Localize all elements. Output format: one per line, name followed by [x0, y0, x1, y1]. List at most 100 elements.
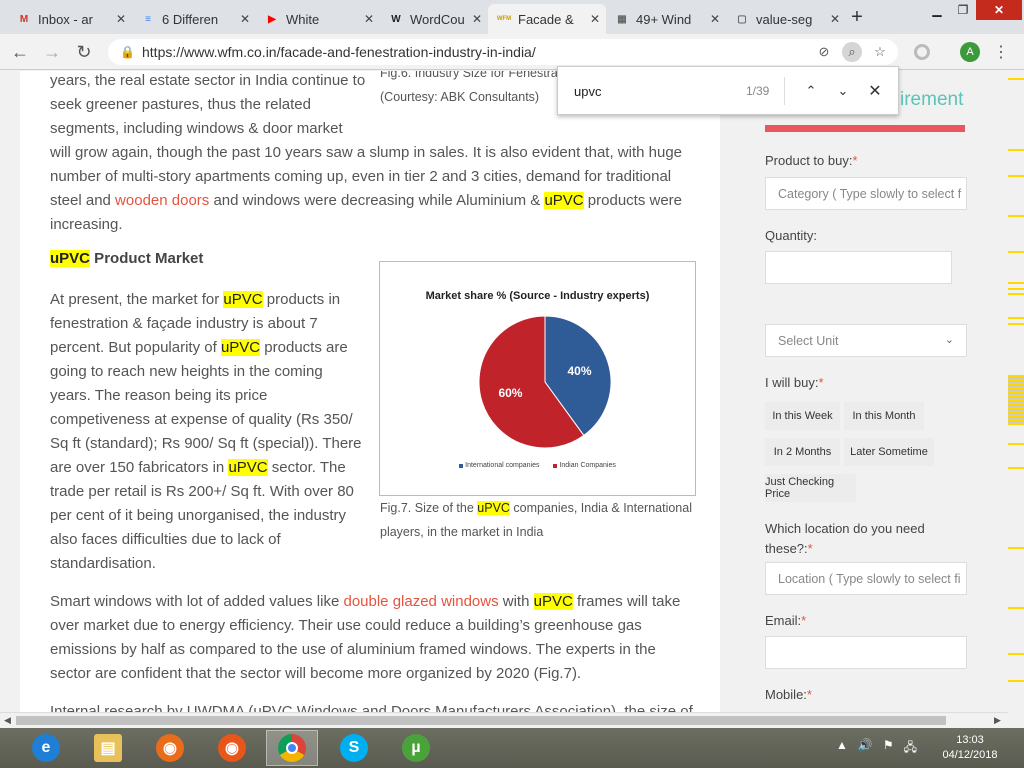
find-mark	[1008, 607, 1024, 609]
find-mark	[1008, 78, 1024, 80]
firefox-icon[interactable]: ◉	[206, 730, 258, 766]
tab[interactable]: W WordCou ✕	[380, 4, 488, 34]
text-line: Smart windows with lot of added values l…	[50, 590, 680, 614]
text-line: trade per retail is Rs 200+/ Sq ft. With…	[50, 483, 354, 500]
horizontal-scrollbar[interactable]: ◀ ▶	[0, 712, 1008, 728]
wooden-doors-link[interactable]: wooden doors	[115, 192, 209, 209]
tab-title: value-seg	[756, 11, 813, 27]
find-mark	[1008, 215, 1024, 217]
gmail-icon: M	[19, 13, 29, 25]
text-line: At present, the market for uPVC products…	[50, 288, 340, 312]
label-text: Which location do you need these?:	[765, 521, 925, 556]
choice-later-sometime[interactable]: Later Sometime	[844, 438, 934, 466]
text: frames will take	[572, 593, 681, 610]
show-hidden-icons-icon[interactable]: ▲	[836, 738, 848, 759]
choice-this-month[interactable]: In this Month	[844, 402, 924, 430]
close-window-button[interactable]: ✕	[976, 0, 1022, 20]
extension-icon[interactable]	[914, 44, 930, 60]
find-mark	[1008, 175, 1024, 177]
required-mark: *	[818, 375, 824, 390]
text: Fig.7. Size of the	[380, 501, 478, 515]
location-input[interactable]: Location ( Type slowly to select fi	[765, 562, 967, 595]
back-icon[interactable]: ←	[8, 40, 32, 64]
find-previous-icon[interactable]: ⌃	[800, 80, 822, 102]
scrollbar-thumb[interactable]	[1008, 375, 1024, 425]
browser-toolbar: ← → ↻ 🔒 https://www.wfm.co.in/facade-and…	[0, 34, 1024, 70]
firefox-icon[interactable]: ◉	[144, 730, 196, 766]
legend-label: Indian Companies	[559, 462, 616, 469]
chrome-glyph	[278, 734, 306, 762]
menu-icon[interactable]: ⋮	[993, 42, 1009, 62]
tab-close-icon[interactable]: ✕	[240, 12, 250, 26]
tab[interactable]: ▶ White ✕	[256, 4, 380, 34]
utorrent-icon[interactable]: µ	[390, 730, 442, 766]
choice-2-months[interactable]: In 2 Months	[765, 438, 840, 466]
choice-this-week[interactable]: In this Week	[765, 402, 840, 430]
form-heading: irement	[900, 89, 964, 110]
forward-icon[interactable]: →	[40, 40, 64, 64]
scroll-left-icon[interactable]: ◀	[4, 715, 11, 726]
text-line: seek greener pastures, thus the related	[50, 96, 311, 113]
profile-avatar[interactable]: A	[960, 42, 980, 62]
tab[interactable]: ▦ 49+ Wind ✕	[606, 4, 726, 34]
maximize-button[interactable]: ❐	[950, 0, 976, 20]
chrome-icon[interactable]	[266, 730, 318, 766]
text-line: segments, including windows & door marke…	[50, 120, 343, 137]
email-input[interactable]	[765, 636, 967, 669]
tab[interactable]: ▢ value-seg ✕	[726, 4, 846, 34]
label-text: Mobile:	[765, 687, 807, 702]
vertical-scrollbar[interactable]	[1008, 71, 1024, 712]
text-line: also faces difficulties due to lack of	[50, 531, 281, 548]
wordcounter-icon: W	[391, 13, 401, 25]
internet-explorer-icon[interactable]: e	[20, 730, 72, 766]
tab-title: 6 Differen	[162, 11, 219, 27]
quantity-input[interactable]	[765, 251, 952, 284]
section-heading: uPVC Product Market	[50, 250, 203, 267]
blocked-popup-icon[interactable]: ⊘	[814, 42, 834, 62]
figure-caption: Fig.7. Size of the uPVC companies, India…	[380, 496, 692, 520]
choice-just-checking[interactable]: Just Checking Price	[765, 474, 856, 502]
network-icon[interactable]: 🖧	[904, 738, 917, 759]
find-mark	[1008, 323, 1024, 325]
unit-select[interactable]: Select Unit ⌄	[765, 324, 967, 357]
skype-glyph: S	[340, 734, 368, 762]
find-close-icon[interactable]: ✕	[864, 80, 886, 102]
skype-icon[interactable]: S	[328, 730, 380, 766]
lock-icon: 🔒	[120, 45, 135, 59]
tab[interactable]: WFM Facade & ✕	[488, 4, 606, 34]
url-text: https://www.wfm.co.in/facade-and-fenestr…	[142, 44, 536, 60]
scroll-right-icon[interactable]: ▶	[994, 715, 1001, 726]
volume-icon[interactable]: 🔊	[858, 738, 873, 759]
search-highlight: uPVC	[533, 593, 573, 610]
find-next-icon[interactable]: ⌄	[832, 80, 854, 102]
tab-close-icon[interactable]: ✕	[830, 12, 840, 26]
text-line: years, the real estate sector in India c…	[50, 72, 366, 89]
new-tab-button[interactable]: +	[846, 6, 868, 28]
bookmark-star-icon[interactable]: ☆	[870, 42, 890, 62]
tab[interactable]: M Inbox - ar ✕	[8, 4, 132, 34]
find-zoom-icon[interactable]: ⌕	[842, 42, 862, 62]
tab-title: White	[286, 11, 320, 27]
action-center-flag-icon[interactable]: ⚑	[883, 738, 894, 759]
tab-close-icon[interactable]: ✕	[710, 12, 720, 26]
minimize-button[interactable]: ▁	[924, 0, 950, 20]
email-label: Email:*	[765, 613, 806, 628]
tab-title: Inbox - ar	[38, 11, 93, 27]
product-category-input[interactable]: Category ( Type slowly to select f	[765, 177, 967, 210]
tab-close-icon[interactable]: ✕	[590, 12, 600, 26]
tab-close-icon[interactable]: ✕	[116, 12, 126, 26]
tab[interactable]: ≡ 6 Differen ✕	[132, 4, 256, 34]
tab-close-icon[interactable]: ✕	[364, 12, 374, 26]
double-glazed-windows-link[interactable]: double glazed windows	[343, 593, 498, 610]
clock-time: 13:03	[956, 734, 984, 746]
find-input[interactable]: upvc	[574, 84, 601, 99]
tab-close-icon[interactable]: ✕	[472, 12, 482, 26]
address-bar[interactable]: 🔒 https://www.wfm.co.in/facade-and-fenes…	[108, 39, 898, 65]
search-highlight: uPVC	[220, 339, 261, 356]
text-line: percent. But popularity of uPVC products…	[50, 336, 348, 360]
clock[interactable]: 13:03 04/12/2018	[930, 733, 1010, 763]
file-explorer-icon[interactable]: ▤	[82, 730, 134, 766]
reload-icon[interactable]: ↻	[72, 40, 96, 64]
scrollbar-thumb[interactable]	[16, 716, 946, 725]
tab-title: Facade &	[518, 11, 574, 27]
